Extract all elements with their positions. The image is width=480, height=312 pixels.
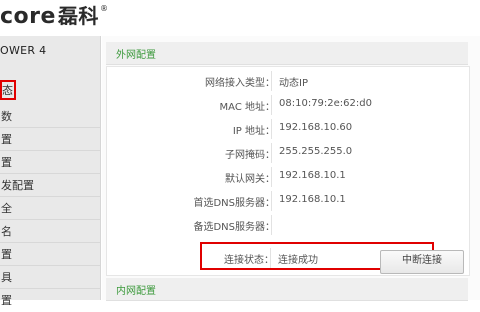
sidebar-item-label: 全	[1, 202, 12, 215]
wan-row-subnet: 子网掩码： 255.255.255.0	[107, 141, 469, 165]
divider	[271, 95, 272, 115]
field-value: 192.168.10.60	[279, 122, 353, 133]
wan-row-mac: MAC 地址： 08:10:79:2e:62:d0	[107, 93, 469, 117]
divider	[271, 71, 272, 91]
field-label: 网络接入类型：	[205, 78, 275, 89]
sidebar-item-label: 发配置	[1, 179, 34, 192]
sidebar-item-7[interactable]: 名	[0, 220, 100, 243]
divider	[271, 215, 272, 235]
field-value: 255.255.255.0	[279, 146, 353, 157]
field-value: 08:10:79:2e:62:d0	[279, 98, 372, 109]
field-label: 默认网关：	[225, 174, 275, 185]
wan-row-access-type: 网络接入类型： 动态IP	[107, 69, 469, 93]
sidebar: OWER 4 态 数 置 置 发配置 全 名 置 具 置	[0, 36, 101, 307]
wan-row-gateway: 默认网关： 192.168.10.1	[107, 165, 469, 189]
sidebar-item-label: 数	[1, 110, 12, 123]
lan-section-header: 内网配置	[106, 278, 468, 301]
router-model: OWER 4	[0, 44, 47, 57]
sidebar-item-8[interactable]: 置	[0, 243, 100, 266]
sidebar-item-label: 具	[1, 271, 12, 284]
sidebar-item-label: 置	[1, 294, 12, 307]
divider	[271, 119, 272, 139]
sidebar-item-label: 名	[1, 225, 12, 238]
wan-section-title: 外网配置	[116, 50, 156, 61]
sidebar-item-3[interactable]: 置	[0, 128, 100, 151]
sidebar-item-2[interactable]: 数	[0, 105, 100, 128]
sidebar-item-5[interactable]: 发配置	[0, 174, 100, 197]
disconnect-button[interactable]: 中断连接	[380, 250, 464, 274]
field-label: IP 地址：	[232, 126, 275, 137]
brand-logo: core 磊科®	[0, 4, 109, 29]
lan-section-title: 内网配置	[116, 286, 156, 297]
sidebar-item-10[interactable]: 置	[0, 289, 100, 312]
field-label: 连接状态：	[224, 255, 274, 266]
sidebar-item-status[interactable]: 态	[0, 80, 16, 100]
sidebar-item-label: 置	[1, 133, 12, 146]
divider	[271, 167, 272, 187]
sidebar-item-label: 态	[2, 84, 13, 97]
sidebar-item-label: 置	[1, 248, 12, 261]
sidebar-item-label: 置	[1, 156, 12, 169]
wan-row-secondary-dns: 备选DNS服务器：	[107, 213, 469, 237]
field-value: 192.168.10.1	[279, 170, 346, 181]
sidebar-item-4[interactable]: 置	[0, 151, 100, 174]
divider	[271, 191, 272, 211]
field-value: 192.168.10.1	[279, 194, 346, 205]
field-value: 动态IP	[279, 78, 308, 89]
field-label: 首选DNS服务器：	[193, 198, 275, 209]
divider	[270, 248, 271, 268]
field-label: 子网掩码：	[225, 150, 275, 161]
top-bar: core 磊科®	[0, 0, 480, 36]
wan-row-primary-dns: 首选DNS服务器： 192.168.10.1	[107, 189, 469, 213]
field-label: MAC 地址：	[219, 102, 275, 113]
wan-row-ip: IP 地址： 192.168.10.60	[107, 117, 469, 141]
connection-status-value: 连接成功	[278, 255, 318, 266]
sidebar-item-9[interactable]: 具	[0, 266, 100, 289]
main-content: 外网配置 网络接入类型： 动态IP MAC 地址： 08:10:79:2e:62…	[102, 36, 480, 301]
field-label: 备选DNS服务器：	[193, 222, 275, 233]
divider	[271, 143, 272, 163]
wan-section-header: 外网配置	[106, 42, 468, 65]
sidebar-item-6[interactable]: 全	[0, 197, 100, 220]
